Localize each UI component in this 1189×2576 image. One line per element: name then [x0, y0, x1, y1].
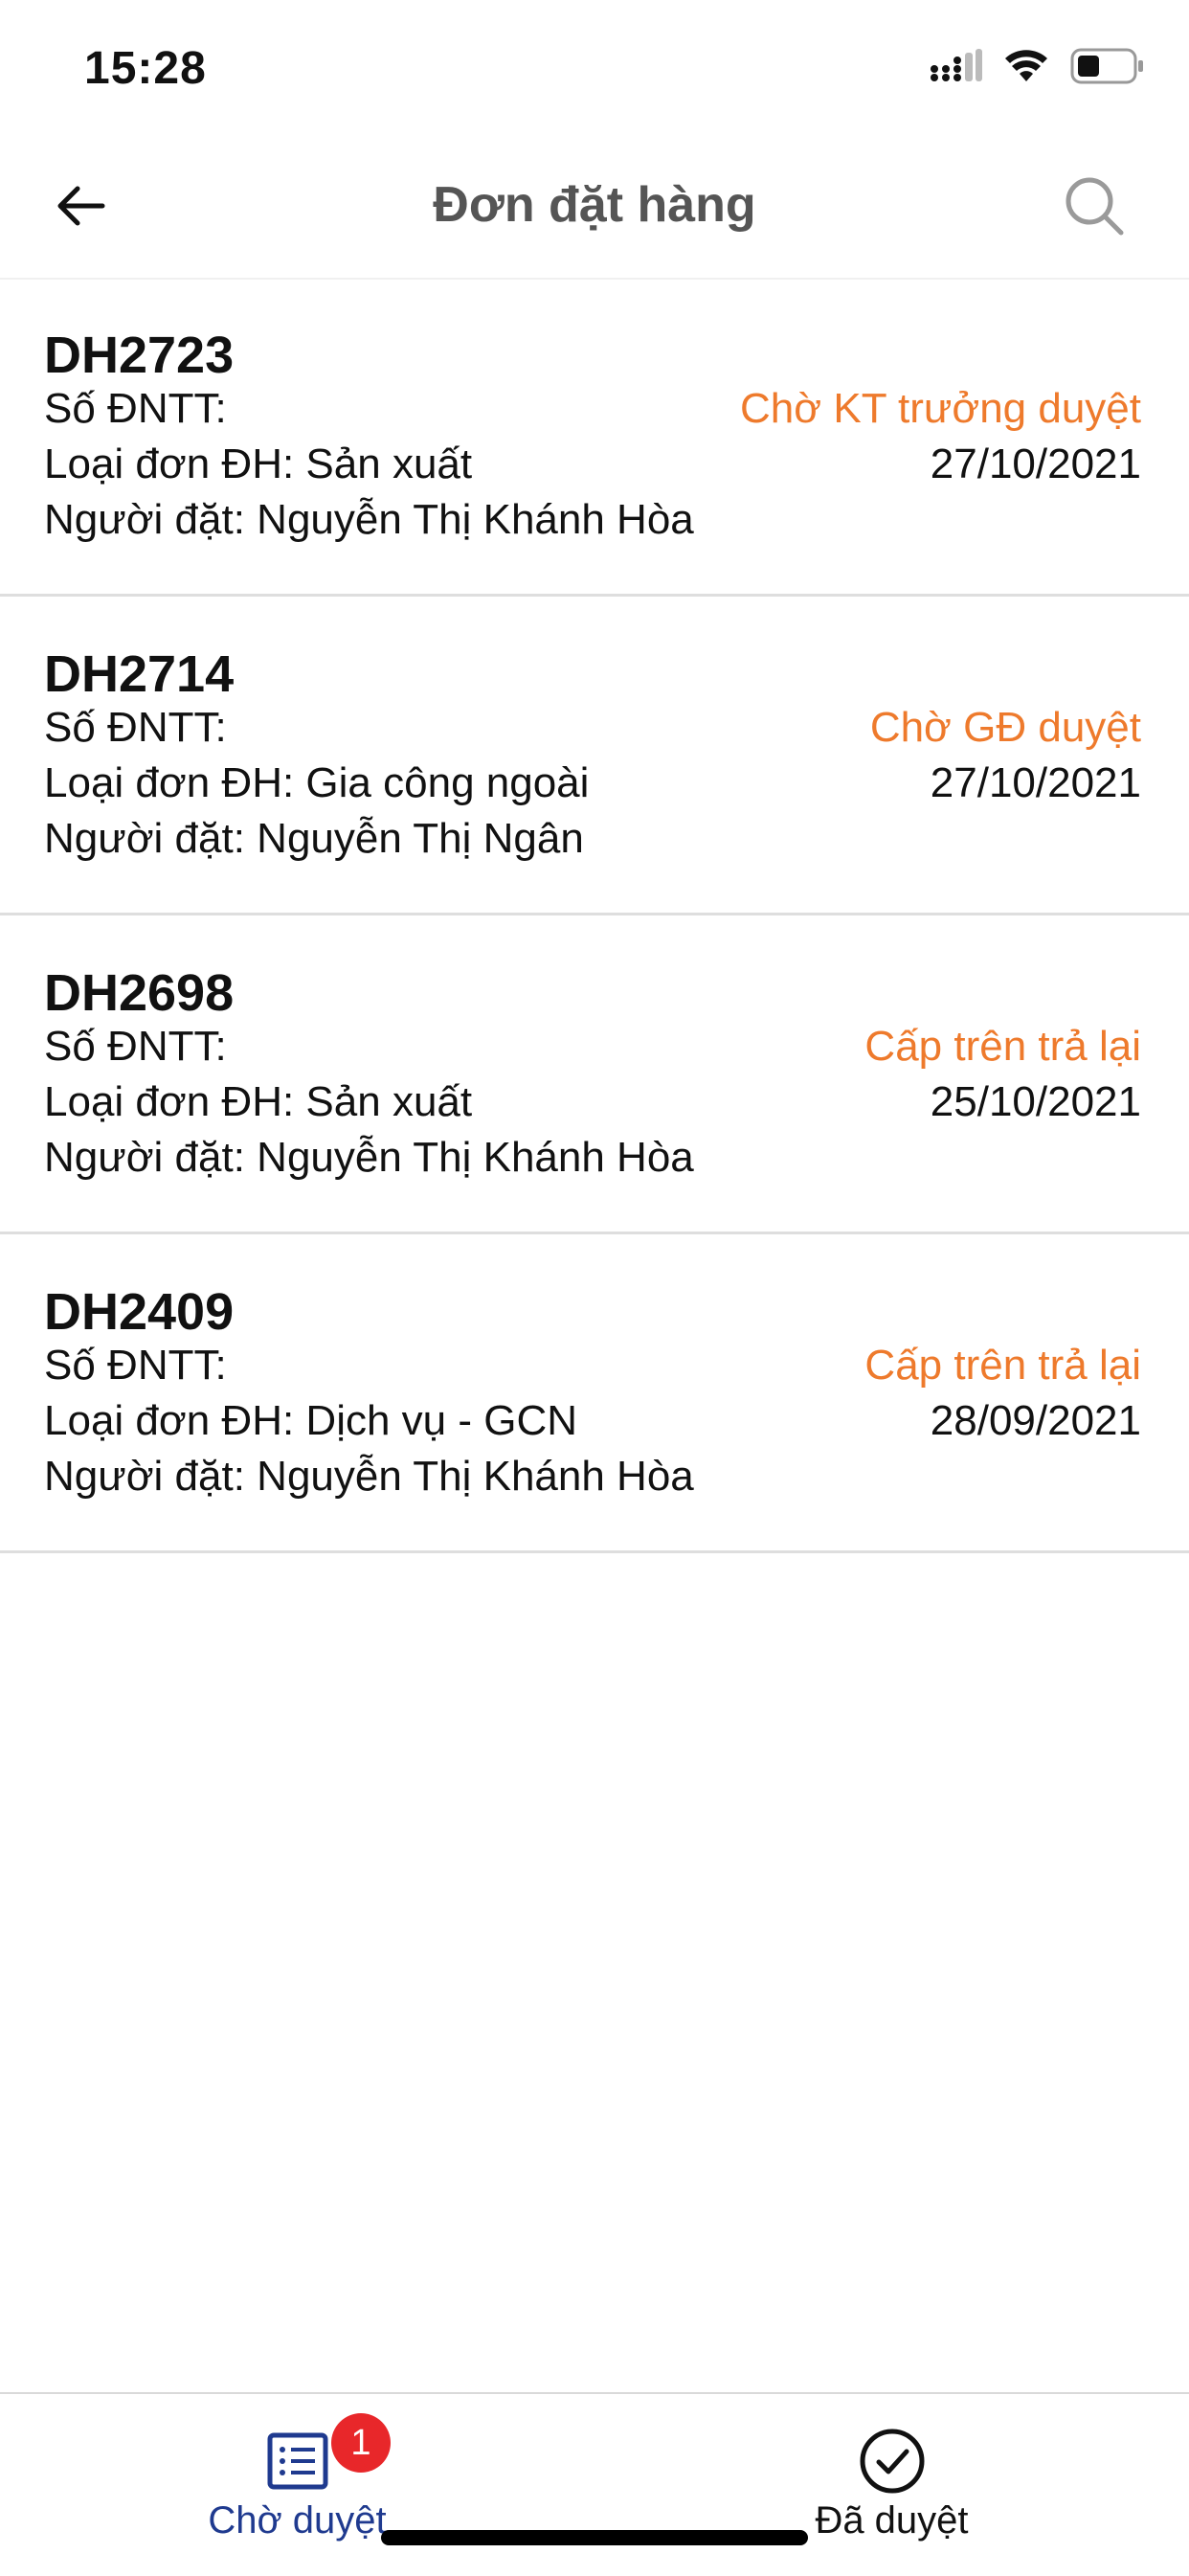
dntt-label: Số ĐNTT:	[44, 1023, 227, 1070]
status-icons	[929, 48, 1145, 89]
order-id: DH2698	[44, 964, 235, 1022]
pending-count-badge: 1	[331, 2413, 391, 2473]
order-card[interactable]: DH2714 Số ĐNTT: Loại đơn ĐH: Gia công ng…	[0, 597, 1189, 915]
dntt-label: Số ĐNTT:	[44, 704, 227, 751]
order-type: Loại đơn ĐH: Sản xuất	[44, 441, 473, 487]
order-id: DH2409	[44, 1283, 235, 1341]
check-circle-icon	[858, 2427, 927, 2496]
order-id: DH2714	[44, 645, 235, 703]
list-icon	[263, 2427, 332, 2496]
order-id: DH2723	[44, 327, 235, 384]
tab-approved[interactable]: Đã duyệt	[594, 2394, 1189, 2576]
tab-pending[interactable]: 1 Chờ duyệt	[0, 2394, 594, 2576]
order-date: 28/09/2021	[930, 1397, 1141, 1444]
search-icon	[1064, 175, 1125, 241]
order-status: Chờ KT trưởng duyệt	[740, 385, 1141, 432]
tab-bar: 1 Chờ duyệt Đã duyệt	[0, 2392, 1189, 2576]
order-list: DH2723 Số ĐNTT: Loại đơn ĐH: Sản xuất Ng…	[0, 278, 1189, 1553]
nav-bar: Đơn đặt hàng	[0, 134, 1189, 280]
page-title: Đơn đặt hàng	[433, 177, 756, 233]
orderer: Người đặt: Nguyễn Thị Khánh Hòa	[44, 1134, 694, 1181]
order-date: 27/10/2021	[930, 759, 1141, 806]
wifi-icon	[1003, 49, 1049, 88]
order-card[interactable]: DH2698 Số ĐNTT: Loại đơn ĐH: Sản xuất Ng…	[0, 915, 1189, 1234]
order-status: Chờ GĐ duyệt	[869, 704, 1141, 751]
status-bar: 15:28	[0, 0, 1189, 134]
order-type: Loại đơn ĐH: Sản xuất	[44, 1078, 473, 1125]
order-card[interactable]: DH2409 Số ĐNTT: Loại đơn ĐH: Dịch vụ - G…	[0, 1234, 1189, 1553]
order-type: Loại đơn ĐH: Dịch vụ - GCN	[44, 1397, 578, 1444]
dntt-label: Số ĐNTT:	[44, 385, 227, 432]
order-card[interactable]: DH2723 Số ĐNTT: Loại đơn ĐH: Sản xuất Ng…	[0, 278, 1189, 597]
order-status: Cấp trên trả lại	[864, 1023, 1141, 1070]
search-button[interactable]	[1057, 170, 1132, 245]
dntt-label: Số ĐNTT:	[44, 1342, 227, 1389]
order-type: Loại đơn ĐH: Gia công ngoài	[44, 759, 590, 806]
orderer: Người đặt: Nguyễn Thị Khánh Hòa	[44, 1453, 694, 1500]
battery-icon	[1070, 48, 1145, 89]
home-indicator[interactable]	[381, 2530, 808, 2545]
orderer: Người đặt: Nguyễn Thị Ngân	[44, 815, 584, 862]
cellular-signal-icon	[929, 49, 982, 88]
status-time: 15:28	[84, 43, 207, 94]
order-date: 27/10/2021	[930, 441, 1141, 487]
order-date: 25/10/2021	[930, 1078, 1141, 1125]
order-status: Cấp trên trả lại	[864, 1342, 1141, 1389]
orderer: Người đặt: Nguyễn Thị Khánh Hòa	[44, 496, 694, 543]
